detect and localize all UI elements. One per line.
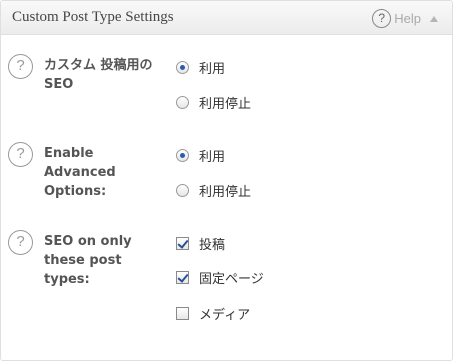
option-label: 利用停止 [199,185,252,200]
option-label: 利用 [199,150,226,165]
radio-option-enable[interactable]: 利用 [176,58,225,77]
question-circle-icon[interactable]: ? [8,142,33,167]
setting-label: カスタム 投稿用の SEO [44,58,153,92]
checkbox[interactable] [176,271,189,284]
panel-title: Custom Post Type Settings [12,9,174,25]
checkbox-option-media[interactable]: メディア [176,304,250,323]
question-circle-icon[interactable]: ? [8,230,33,255]
radio-button[interactable] [176,61,189,74]
checkbox-option-posts[interactable]: 投稿 [176,234,225,253]
radio-option-enable[interactable]: 利用 [176,146,225,165]
option-label: 投稿 [199,238,226,253]
help-label: Help [394,11,421,26]
settings-panel: Custom Post Type Settings ? Help ? カスタム … [0,0,453,361]
radio-button[interactable] [176,149,189,162]
option-label: 利用 [199,62,226,77]
setting-label: Enable Advanced Options: [44,146,116,199]
help-button[interactable]: ? Help [372,9,438,28]
option-label: メディア [199,308,251,323]
radio-button[interactable] [176,184,189,197]
panel-header: Custom Post Type Settings ? Help [1,1,452,35]
question-circle-icon[interactable]: ? [8,54,33,79]
setting-row-advanced-options: ? Enable Advanced Options: 利用 利用停止 [1,142,452,212]
checkbox-option-pages[interactable]: 固定ページ [176,268,264,287]
setting-row-seo: ? カスタム 投稿用の SEO 利用 利用停止 [1,54,452,124]
question-circle-icon: ? [372,9,392,28]
checkbox[interactable] [176,237,189,250]
triangle-up-icon[interactable] [430,15,438,22]
radio-option-disable[interactable]: 利用停止 [176,181,251,200]
radio-option-disable[interactable]: 利用停止 [176,93,251,112]
setting-label: SEO on only these post types: [44,234,132,287]
radio-button[interactable] [176,96,189,109]
option-label: 固定ページ [199,272,264,287]
option-label: 利用停止 [199,97,252,112]
setting-row-post-types: ? SEO on only these post types: 投稿 固定ページ… [1,230,452,330]
checkbox[interactable] [176,307,189,320]
